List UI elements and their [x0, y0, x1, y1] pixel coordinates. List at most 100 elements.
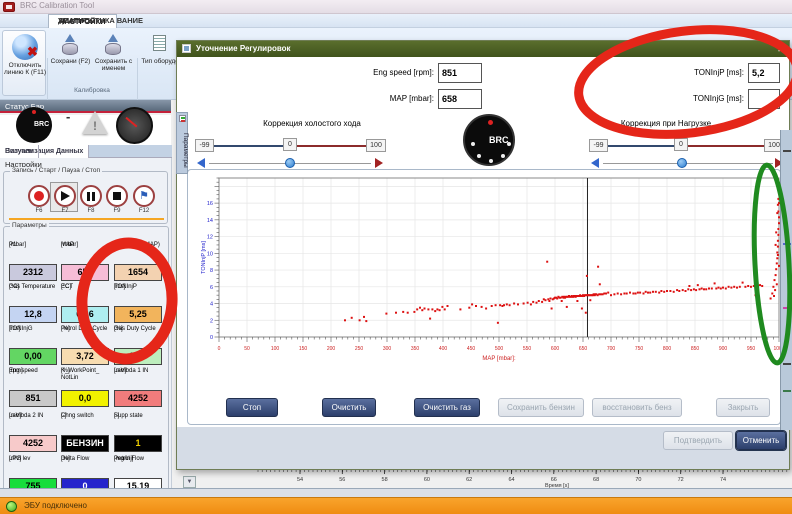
status-icons-row: BRC - ! [0, 115, 171, 145]
save-as-button[interactable]: Сохранить с именем [92, 32, 135, 86]
svg-text:68: 68 [593, 477, 599, 483]
parameters-side-tab-icon [179, 115, 186, 122]
svg-text:750: 750 [635, 346, 644, 352]
axis-tick-mark [783, 390, 791, 392]
time-axis-dropdown[interactable]: ▼ [183, 476, 196, 488]
svg-text:74: 74 [720, 477, 726, 483]
svg-text:16: 16 [207, 201, 213, 207]
orange-underline [9, 218, 164, 220]
app-icon [3, 2, 15, 12]
idle-increase-arrow[interactable] [375, 158, 383, 168]
param-value-supp-state: 1 [114, 435, 162, 452]
param-value-lambda-2-in: 4252 [9, 435, 57, 452]
eng-speed-field[interactable]: 851 [438, 63, 482, 83]
param-value-ect: 64,6 [61, 306, 109, 323]
dialog-icon [182, 44, 191, 53]
load-slider-thumb[interactable] [677, 158, 687, 168]
bottom-scroll-strip[interactable] [0, 488, 792, 497]
svg-text:400: 400 [439, 346, 448, 352]
save-f2-button[interactable]: Сохрани (F2) [49, 32, 92, 86]
play-button[interactable] [54, 185, 76, 207]
stop-button[interactable]: Стоп [226, 398, 278, 417]
svg-text:70: 70 [635, 477, 641, 483]
connection-led-icon [6, 501, 17, 512]
svg-text:600: 600 [551, 346, 560, 352]
disconnect-kline-label: Отключить линию К (F11) [3, 62, 47, 76]
flag-icon: ⚑ [139, 191, 149, 202]
svg-text:450: 450 [467, 346, 476, 352]
svg-text:900: 900 [719, 346, 728, 352]
warning-bang-icon: ! [93, 119, 97, 133]
idle-max-label: 100 [366, 139, 386, 152]
dialog-footer: Подтвердить Отменить [177, 427, 789, 469]
dialog-close-icon[interactable]: ✕ [774, 41, 788, 57]
tachometer-needle [125, 117, 137, 128]
stop-button[interactable] [106, 185, 128, 207]
idle-slider-thumb[interactable] [285, 158, 295, 168]
param-value-k-workpoint-notlin: 0,0 [61, 390, 109, 407]
idle-min-label: -99 [195, 139, 214, 152]
window-title: BRC Calibration Tool [20, 1, 94, 10]
load-neg-line [608, 145, 674, 147]
fkey-label-f12: F12 [133, 208, 155, 214]
tab-получен[interactable]: Получен [0, 145, 39, 158]
fkey-label-f9: F9 [106, 208, 128, 214]
brc-logo-reddot-icon [488, 120, 493, 125]
confirm-button[interactable]: Подтвердить [663, 431, 733, 450]
save-petrol-button[interactable]: Сохранить бензин [498, 398, 584, 417]
menu-item-утилиты[interactable]: УТИЛИТЫ [48, 14, 105, 28]
tachometer-icon [116, 107, 153, 144]
cancel-button[interactable]: Отменить [736, 431, 786, 450]
param-value-gas-temperature: 12,8 [9, 306, 57, 323]
param-value-deltap-p1-map-: 1654 [114, 264, 162, 281]
close-button[interactable]: Закрыть [716, 398, 770, 417]
param-value-toninjp: 5,25 [114, 306, 162, 323]
idle-decrease-arrow[interactable] [197, 158, 205, 168]
svg-text:800: 800 [663, 346, 672, 352]
flag-button[interactable]: ⚑ [133, 185, 155, 207]
fkey-label-f8: F8 [80, 208, 102, 214]
left-panel: Настройки Запись / Старт / Пауза / Стоп … [0, 158, 172, 488]
record-button[interactable] [28, 185, 50, 207]
dialog-title: Уточнение Регулировок [196, 41, 291, 57]
map-field[interactable]: 658 [438, 89, 482, 109]
scatter-chart: 0501001502002503003504004505005506006507… [198, 174, 788, 364]
svg-text:200: 200 [327, 346, 336, 352]
load-slider-track[interactable] [603, 163, 773, 164]
record-button-row: F6F7F8F9⚑F12 [4, 172, 169, 222]
param-value-toninjg: 0,00 [9, 348, 57, 365]
chart-panel: 0501001502002503003504004505005506006507… [187, 169, 781, 425]
toninjp-field[interactable]: 5,2 [748, 63, 780, 83]
load-min-label: -99 [589, 139, 608, 152]
svg-text:850: 850 [691, 346, 700, 352]
parameters-side-tab[interactable]: Параметры [176, 112, 188, 174]
idle-correction-title: Коррекция холостого хода [217, 119, 407, 128]
toninjg-field[interactable] [748, 89, 780, 109]
svg-text:72: 72 [678, 477, 684, 483]
clear-gas-button[interactable]: Очистить газ [414, 398, 480, 417]
pause-button[interactable] [80, 185, 102, 207]
disconnect-kline-button[interactable]: ✖ Отключить линию К (F11) [2, 30, 46, 96]
play-icon [61, 191, 70, 201]
load-pos-line [688, 145, 764, 147]
clear-button[interactable]: Очистить [322, 398, 376, 417]
svg-text:950: 950 [747, 346, 756, 352]
svg-text:MAP [mbar]:: MAP [mbar]: [482, 356, 516, 362]
brc-logo-reddot-icon [32, 110, 36, 114]
parameters-group: Параметры P1[mbar]2312MAP[mbar]658DeltaP… [3, 226, 169, 492]
svg-text:54: 54 [297, 477, 303, 483]
load-decrease-arrow[interactable] [591, 158, 599, 168]
restore-petrol-button[interactable]: восстановить бенз [592, 398, 682, 417]
svg-text:60: 60 [424, 477, 430, 483]
svg-text:650: 650 [579, 346, 588, 352]
svg-text:2: 2 [210, 318, 213, 324]
svg-text:64: 64 [508, 477, 514, 483]
dialog-titlebar[interactable]: Уточнение Регулировок ✕ [177, 41, 789, 57]
svg-text:12: 12 [207, 235, 213, 241]
svg-text:300: 300 [383, 346, 392, 352]
idle-zero-box: 0 [283, 138, 297, 151]
idle-pos-line [297, 145, 366, 147]
left-tab-bar: ИнфоВизуализация ДанныхПолучен [0, 145, 172, 158]
dialog-utochnenie-regulirovok: Уточнение Регулировок ✕ Eng speed [rpm]:… [176, 40, 790, 470]
equipment-type-icon [153, 35, 166, 51]
